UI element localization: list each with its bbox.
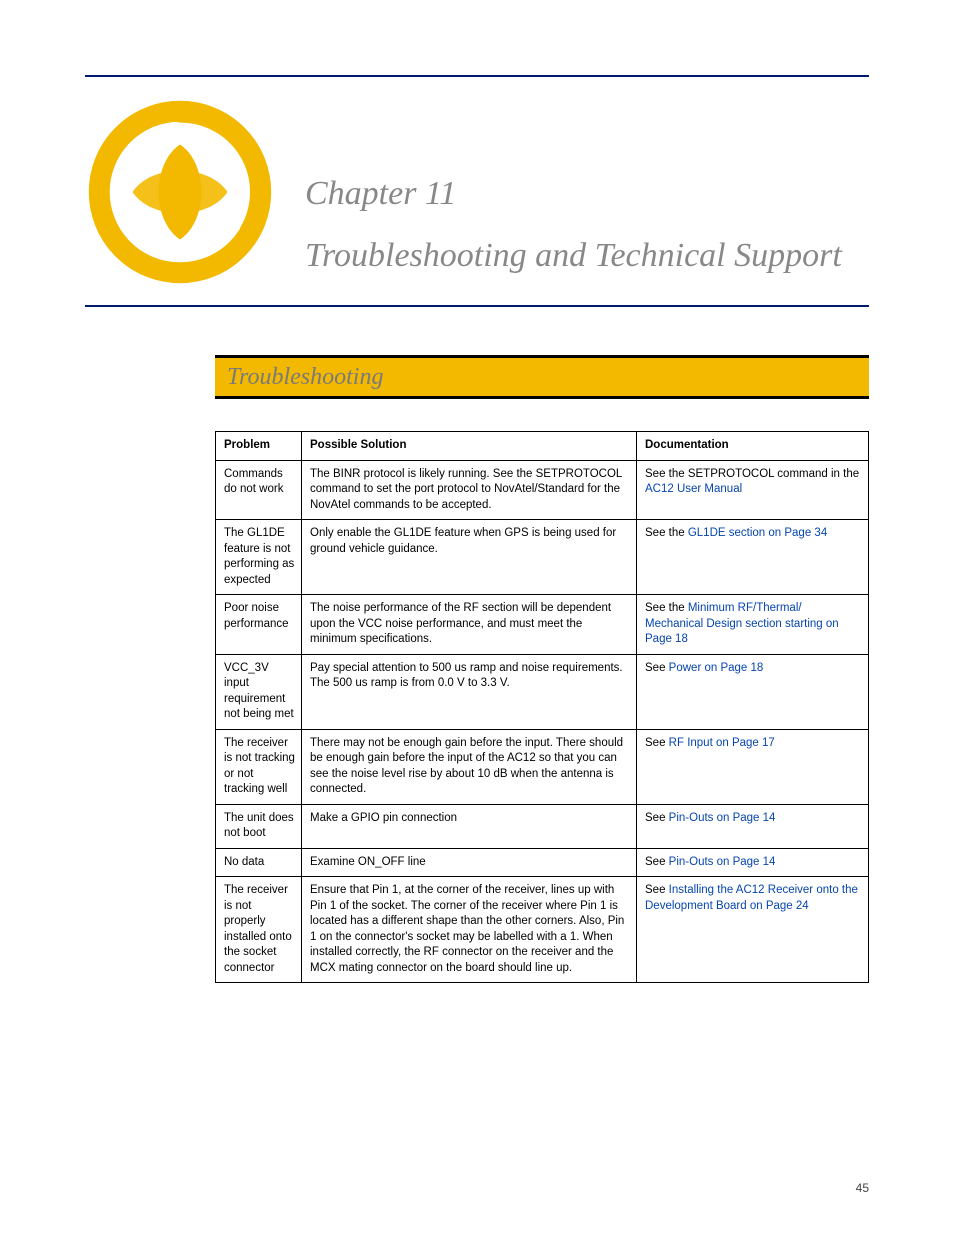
- cell-documentation: See Power on Page 18: [637, 654, 869, 729]
- section-title: Troubleshooting: [227, 364, 383, 391]
- cell-documentation: See the Minimum RF/Thermal/ Mechanical D…: [637, 595, 869, 655]
- cell-documentation: See the GL1DE section on Page 34: [637, 520, 869, 595]
- doc-link[interactable]: Pin-Outs on Page 14: [669, 856, 776, 868]
- troubleshooting-table: Problem Possible Solution Documentation …: [215, 431, 869, 983]
- section-heading: Troubleshooting: [215, 355, 869, 399]
- table-header-row: Problem Possible Solution Documentation: [216, 432, 869, 461]
- doc-text: See the: [645, 527, 688, 539]
- table-row: The GL1DE feature is not performing as e…: [216, 520, 869, 595]
- top-rule: [85, 75, 869, 77]
- col-header-documentation: Documentation: [637, 432, 869, 461]
- cell-solution: Pay special attention to 500 us ramp and…: [302, 654, 637, 729]
- col-header-solution: Possible Solution: [302, 432, 637, 461]
- table-row: The unit does not bootMake a GPIO pin co…: [216, 804, 869, 848]
- cell-solution: The BINR protocol is likely running. See…: [302, 460, 637, 520]
- cell-problem: The receiver is not properly installed o…: [216, 877, 302, 983]
- chapter-title: Troubleshooting and Technical Support: [305, 235, 869, 278]
- cell-documentation: See Pin-Outs on Page 14: [637, 804, 869, 848]
- cell-problem: VCC_3V input requirement not being met: [216, 654, 302, 729]
- doc-text: See the: [645, 602, 688, 614]
- table-row: VCC_3V input requirement not being metPa…: [216, 654, 869, 729]
- doc-text: See: [645, 662, 669, 674]
- cell-solution: There may not be enough gain before the …: [302, 729, 637, 804]
- doc-link[interactable]: RF Input on Page 17: [669, 737, 775, 749]
- doc-text: See: [645, 884, 669, 896]
- table-row: Commands do not workThe BINR protocol is…: [216, 460, 869, 520]
- cell-problem: Poor noise performance: [216, 595, 302, 655]
- cell-documentation: See Pin-Outs on Page 14: [637, 848, 869, 877]
- chapter-label: Chapter 11: [305, 175, 869, 213]
- cell-problem: The unit does not boot: [216, 804, 302, 848]
- cell-documentation: See RF Input on Page 17: [637, 729, 869, 804]
- doc-link[interactable]: Pin-Outs on Page 14: [669, 812, 776, 824]
- doc-link[interactable]: Installing the AC12 Receiver onto the De…: [645, 884, 858, 912]
- cell-solution: Examine ON_OFF line: [302, 848, 637, 877]
- header-row: Chapter 11 Troubleshooting and Technical…: [85, 97, 869, 287]
- cell-problem: The GL1DE feature is not performing as e…: [216, 520, 302, 595]
- table-row: No dataExamine ON_OFF lineSee Pin-Outs o…: [216, 848, 869, 877]
- cell-documentation: See the SETPROTOCOL command in the AC12 …: [637, 460, 869, 520]
- doc-text: See: [645, 856, 669, 868]
- doc-link[interactable]: AC12 User Manual: [645, 483, 742, 495]
- page-number: 45: [856, 1181, 869, 1195]
- cell-problem: Commands do not work: [216, 460, 302, 520]
- col-header-problem: Problem: [216, 432, 302, 461]
- bottom-rule: [85, 305, 869, 307]
- doc-link[interactable]: Power on Page 18: [669, 662, 764, 674]
- cell-solution: The noise performance of the RF section …: [302, 595, 637, 655]
- cell-problem: The receiver is not tracking or not trac…: [216, 729, 302, 804]
- doc-text: See the SETPROTOCOL command in the: [645, 468, 859, 480]
- table-row: Poor noise performanceThe noise performa…: [216, 595, 869, 655]
- cell-documentation: See Installing the AC12 Receiver onto th…: [637, 877, 869, 983]
- globe-logo-icon: [85, 97, 275, 287]
- table-row: The receiver is not properly installed o…: [216, 877, 869, 983]
- doc-text: See: [645, 812, 669, 824]
- cell-solution: Make a GPIO pin connection: [302, 804, 637, 848]
- cell-problem: No data: [216, 848, 302, 877]
- cell-solution: Only enable the GL1DE feature when GPS i…: [302, 520, 637, 595]
- table-row: The receiver is not tracking or not trac…: [216, 729, 869, 804]
- doc-link[interactable]: GL1DE section on Page 34: [688, 527, 827, 539]
- doc-text: See: [645, 737, 669, 749]
- cell-solution: Ensure that Pin 1, at the corner of the …: [302, 877, 637, 983]
